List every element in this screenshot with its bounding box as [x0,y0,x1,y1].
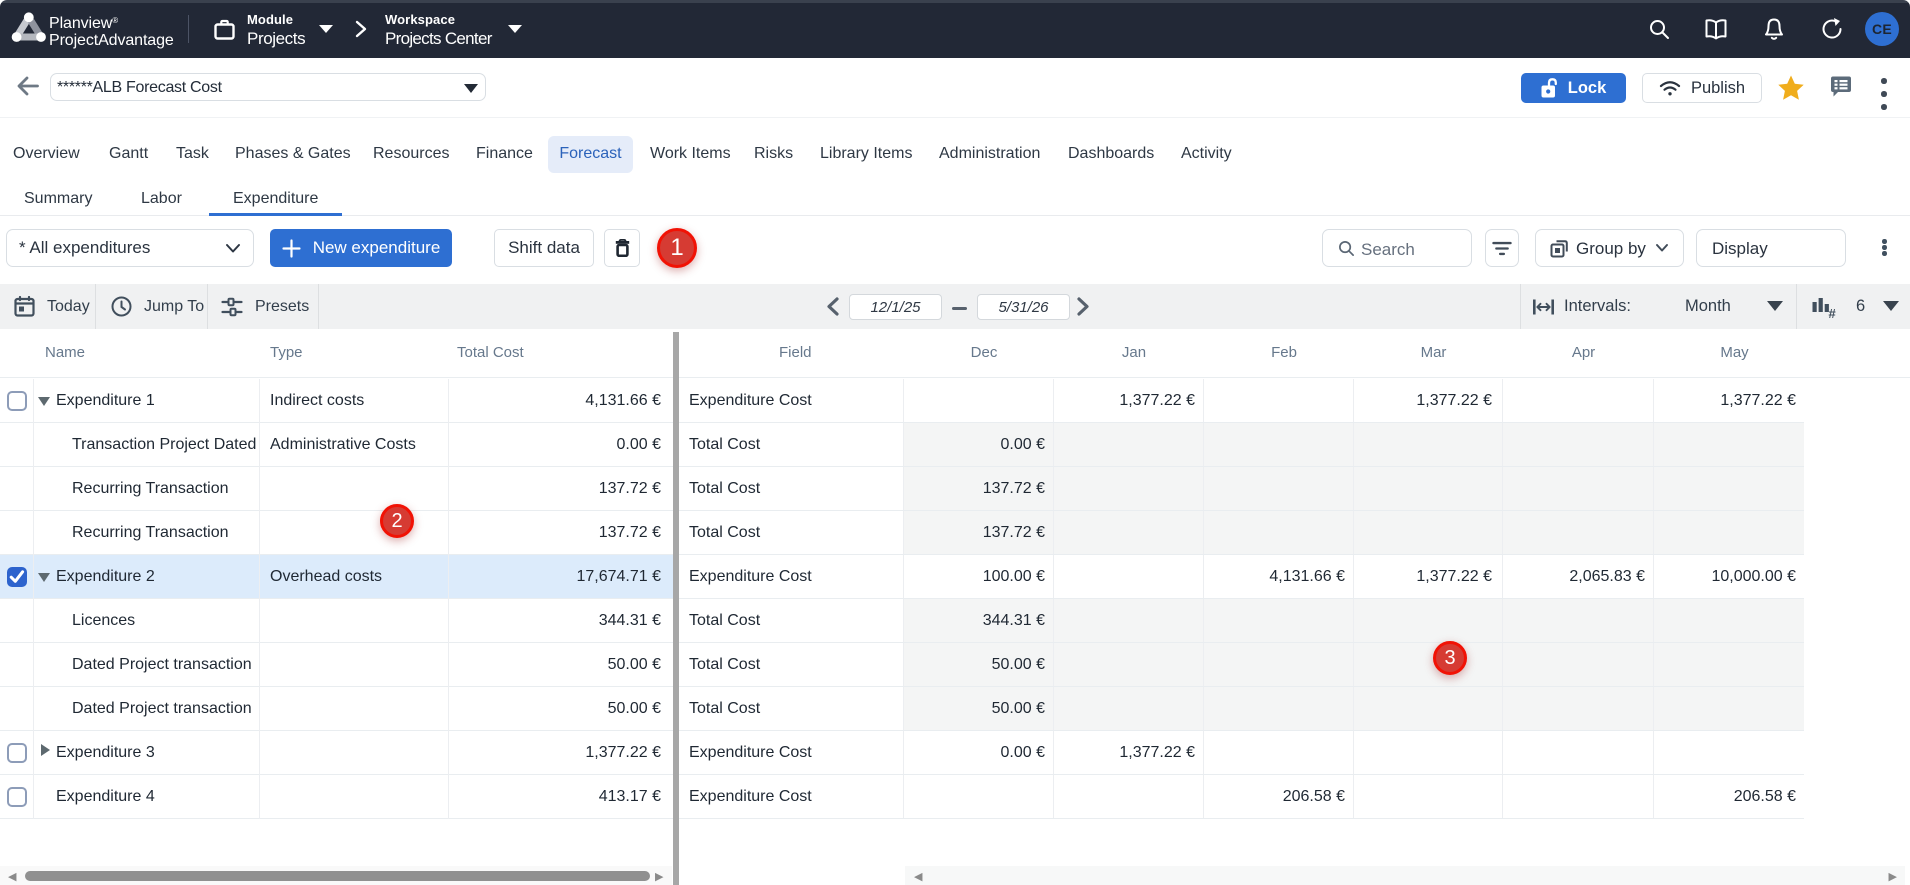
svg-text:#: # [1829,306,1837,319]
